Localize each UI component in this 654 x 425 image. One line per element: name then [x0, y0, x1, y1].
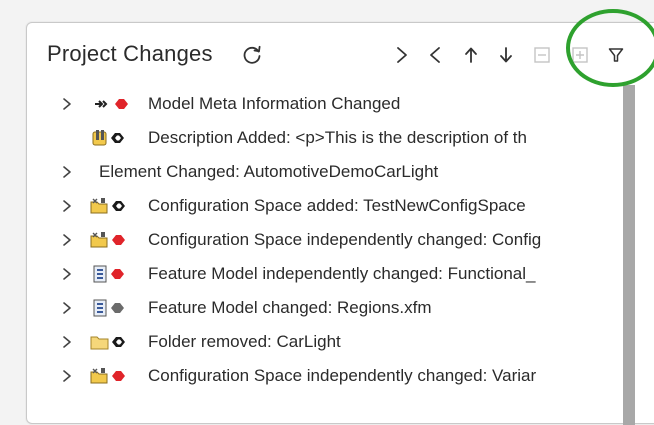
- collapse-all-button[interactable]: [529, 41, 555, 69]
- panel-header: Project Changes: [27, 23, 654, 85]
- refresh-icon[interactable]: [240, 43, 264, 67]
- filter-button[interactable]: [603, 41, 629, 69]
- feature-model-gray-icon: [93, 299, 124, 317]
- arrow-down-icon: [500, 47, 512, 63]
- arrow-up-icon: [465, 47, 477, 63]
- vertical-scrollbar[interactable]: [623, 85, 635, 425]
- tree-row-label: Feature Model independently changed: Fun…: [148, 264, 536, 283]
- feature-model-changed-icon: [93, 265, 124, 283]
- tree-row-label: Configuration Space independently change…: [148, 366, 537, 385]
- tree-row-label: Feature Model changed: Regions.xfm: [148, 298, 432, 317]
- next-change-button[interactable]: [389, 41, 415, 69]
- chevron-right-icon[interactable]: [60, 232, 74, 248]
- chevron-right-icon: [397, 47, 407, 63]
- tree-row[interactable]: Configuration Space independently change…: [27, 223, 623, 257]
- panel-title: Project Changes: [47, 41, 213, 66]
- expand-all-icon: [572, 47, 588, 63]
- config-space-added-icon: [90, 198, 125, 214]
- chevron-right-icon[interactable]: [60, 198, 74, 214]
- chevron-right-icon[interactable]: [60, 96, 74, 112]
- config-space-changed-icon: [90, 368, 125, 384]
- chevron-right-icon[interactable]: [60, 300, 74, 316]
- chevron-right-icon[interactable]: [60, 266, 74, 282]
- tree-row-label: Folder removed: CarLight: [148, 332, 341, 351]
- tree-row[interactable]: Element Changed: AutomotiveDemoCarLight: [27, 155, 623, 189]
- folder-removed-icon: [90, 336, 125, 350]
- filter-icon: [608, 48, 624, 62]
- tree-row[interactable]: Description Added: <p>This is the descri…: [27, 121, 623, 155]
- tree-row-label: Element Changed: AutomotiveDemoCarLight: [99, 162, 439, 181]
- meta-changed-icon: [95, 99, 128, 109]
- tree-row-label: Configuration Space added: TestNewConfig…: [148, 196, 526, 215]
- chevron-left-icon: [430, 47, 440, 63]
- tree-row-label: Configuration Space independently change…: [148, 230, 542, 249]
- tree-row[interactable]: Configuration Space added: TestNewConfig…: [27, 189, 623, 223]
- tree-row[interactable]: Folder removed: CarLight: [27, 325, 623, 359]
- chevron-right-icon[interactable]: [60, 334, 74, 350]
- tree-row[interactable]: Model Meta Information Changed: [27, 87, 623, 121]
- move-down-button[interactable]: [493, 41, 519, 69]
- tree-row[interactable]: Configuration Space independently change…: [27, 359, 623, 393]
- chevron-right-icon[interactable]: [60, 164, 74, 180]
- expand-all-button[interactable]: [567, 41, 593, 69]
- config-space-changed-icon: [90, 232, 125, 248]
- tree-row[interactable]: Feature Model changed: Regions.xfm: [27, 291, 623, 325]
- tree-row[interactable]: Feature Model independently changed: Fun…: [27, 257, 623, 291]
- description-added-icon: [92, 130, 124, 146]
- move-up-button[interactable]: [458, 41, 484, 69]
- collapse-all-icon: [534, 47, 550, 63]
- previous-change-button[interactable]: [422, 41, 448, 69]
- chevron-right-icon[interactable]: [60, 368, 74, 384]
- changes-tree: Model Meta Information Changed Descripti…: [27, 87, 623, 423]
- tree-row-label: Description Added: <p>This is the descri…: [148, 128, 527, 147]
- tree-row-label: Model Meta Information Changed: [148, 94, 401, 113]
- project-changes-panel: Project Changes Model Meta Information C…: [26, 22, 654, 425]
